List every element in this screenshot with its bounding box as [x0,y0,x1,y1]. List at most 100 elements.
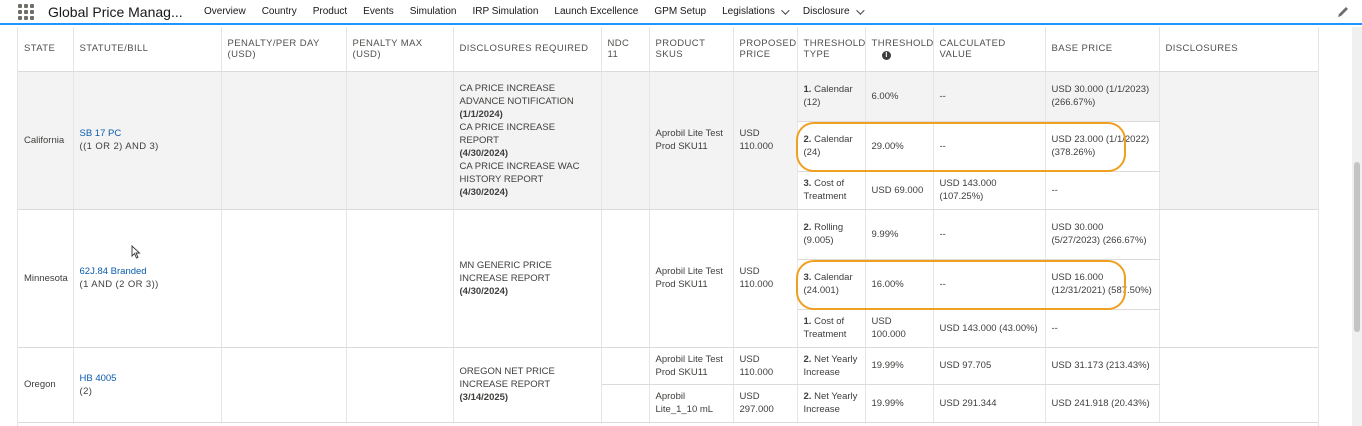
product-sku-cell: Aprobil Lite Test Prod SKU11 [649,209,734,348]
threshold-type-cell: 1. Calendar (12) [797,71,866,122]
ndc-cell [601,384,650,423]
nav-label: Events [363,6,394,17]
col-header-threshold-label: THRESHOLD [871,37,934,49]
edit-nav-pencil-icon[interactable] [1336,5,1350,19]
penalty-day-cell [221,347,347,423]
scrollbar-thumb[interactable] [1354,162,1360,332]
product-sku-cell: Aprobil Lite Test Prod SKU11 [649,71,734,210]
global-nav-bar: Global Price Manag... Overview Country P… [0,0,1362,25]
nav-item-disclosure[interactable]: Disclosure [795,0,870,24]
threshold-type-cell: 1. Cost of Treatment [797,309,866,348]
col-header-threshold[interactable]: THRESHOLD i [865,27,934,72]
nav-label: Launch Excellence [554,6,639,17]
nav-label: Overview [204,6,246,17]
table-header-row: STATE STATUTE/BILL PENALTY/PER DAY (USD)… [18,27,1318,72]
proposed-price-cell: USD 110.000 [733,71,798,210]
calculated-value-cell: USD 291.344 [933,384,1046,423]
col-header-disclosures-required[interactable]: DISCLOSURES REQUIRED [453,27,602,72]
col-header-proposed-price[interactable]: PROPOSED PRICE [733,27,798,72]
disclosure-text: MN GENERIC PRICE INCREASE REPORT [459,259,552,284]
penalty-max-cell [346,347,454,423]
threshold-num: 3. [803,178,812,189]
disclosures-cell [1159,209,1318,348]
nav-label: Product [312,6,348,17]
disclosure-text: CA PRICE INCREASE ADVANCE NOTIFICATION [459,82,574,107]
threshold-num: 2. [803,391,812,402]
threshold-type-cell: 2. Calendar (24) [797,121,866,172]
proposed-price-cell: USD 110.000 [733,209,798,348]
statute-cell: SB 17 PC ((1 OR 2) AND 3) [73,71,222,210]
table-row: Minnesota 62J.84 Branded (1 AND (2 OR 3)… [18,209,1318,348]
col-header-product-skus[interactable]: PRODUCT SKUS [649,27,734,72]
disclosure-text: CA PRICE INCREASE REPORT [459,121,556,146]
calculated-value-cell: -- [933,71,1046,122]
threshold-num: 3. [803,272,812,283]
col-header-threshold-type[interactable]: THRESHOLD TYPE [797,27,866,72]
statute-link[interactable]: SB 17 PC [80,127,215,140]
chevron-down-icon [781,5,790,15]
nav-item-simulation[interactable]: Simulation [402,0,465,24]
nav-item-irp-simulation[interactable]: IRP Simulation [464,0,546,24]
threshold-type: Net Yearly Increase [803,391,858,415]
threshold-type-cell: 3. Calendar (24.001) [797,259,866,310]
disclosures-required-cell: OREGON NET PRICE INCREASE REPORT (3/14/2… [453,347,602,423]
statute-link[interactable]: HB 4005 [80,372,215,385]
product-sku-cell: Aprobil Lite_1_10 mL [649,384,734,423]
col-header-penalty-day[interactable]: PENALTY/PER DAY (USD) [221,27,347,72]
disclosure-date: (4/30/2024) [459,285,509,297]
statute-link[interactable]: 62J.84 Branded [80,265,215,278]
vertical-scrollbar[interactable] [1352,27,1362,426]
calculated-value-cell: -- [933,209,1046,260]
statute-cell: 62J.84 Branded (1 AND (2 OR 3)) [73,209,222,348]
col-header-statute[interactable]: STATUTE/BILL [73,27,222,72]
penalty-day-cell [221,71,347,210]
statute-rule: (1 AND (2 OR 3)) [79,279,159,290]
base-price-cell: USD 31.173 (213.43%) [1045,347,1160,385]
ndc-cell [601,209,650,348]
app-launcher-icon[interactable] [18,3,34,20]
penalty-max-cell [346,209,454,348]
nav-item-gpm-setup[interactable]: GPM Setup [646,0,714,24]
calculated-value-cell: -- [933,121,1046,172]
threshold-cell: 19.99% [865,384,934,423]
base-price-cell: USD 241.918 (20.43%) [1045,384,1160,423]
col-header-disclosures[interactable]: DISCLOSURES [1159,27,1318,72]
col-header-ndc[interactable]: NDC 11 [601,27,650,72]
nav-item-product[interactable]: Product [305,0,355,24]
disclosure-text: OREGON NET PRICE INCREASE REPORT [459,366,555,390]
nav-item-country[interactable]: Country [254,0,305,24]
threshold-cell: USD 100.000 [865,309,934,348]
col-header-state[interactable]: STATE [18,27,74,72]
ndc-cell [601,347,650,385]
threshold-type-cell: 3. Cost of Treatment [797,171,866,210]
col-header-penalty-max[interactable]: PENALTY MAX (USD) [346,27,454,72]
calculated-value-cell: USD 97.705 [933,347,1046,385]
statute-rule: (2) [79,385,93,397]
nav-item-overview[interactable]: Overview [196,0,254,24]
app-title: Global Price Manag... [48,3,183,20]
state-cell: Minnesota [18,209,74,348]
base-price-cell: USD 30.000 (5/27/2023) (266.67%) [1045,209,1160,260]
info-icon[interactable]: i [882,50,891,60]
legislation-table: STATE STATUTE/BILL PENALTY/PER DAY (USD)… [18,27,1318,423]
nav-item-events[interactable]: Events [355,0,402,24]
nav-item-legislations[interactable]: Legislations [714,0,795,24]
disclosure-text: CA PRICE INCREASE WAC HISTORY REPORT [459,160,580,185]
threshold-type: Calendar (24.001) [803,272,853,296]
disclosure-date: (4/30/2024) [459,186,509,198]
penalty-max-cell [346,71,454,210]
disclosure-date: (3/14/2025) [459,392,509,403]
calculated-value-cell: USD 143.000 (107.25%) [933,171,1046,210]
threshold-type: Calendar (12) [803,84,853,108]
nav-item-launch-excellence[interactable]: Launch Excellence [546,0,646,24]
col-header-base-price[interactable]: BASE PRICE [1045,27,1160,72]
col-header-calculated-value[interactable]: CALCULATED VALUE [933,27,1046,72]
statute-rule: ((1 OR 2) AND 3) [79,141,159,152]
threshold-cell: 19.99% [865,347,934,385]
threshold-cell: USD 69.000 [865,171,934,210]
threshold-cell: 16.00% [865,259,934,310]
threshold-num: 2. [803,222,812,233]
legislation-table-container: STATE STATUTE/BILL PENALTY/PER DAY (USD)… [17,27,1319,426]
state-cell: California [18,71,74,210]
nav-label: IRP Simulation [472,6,539,17]
